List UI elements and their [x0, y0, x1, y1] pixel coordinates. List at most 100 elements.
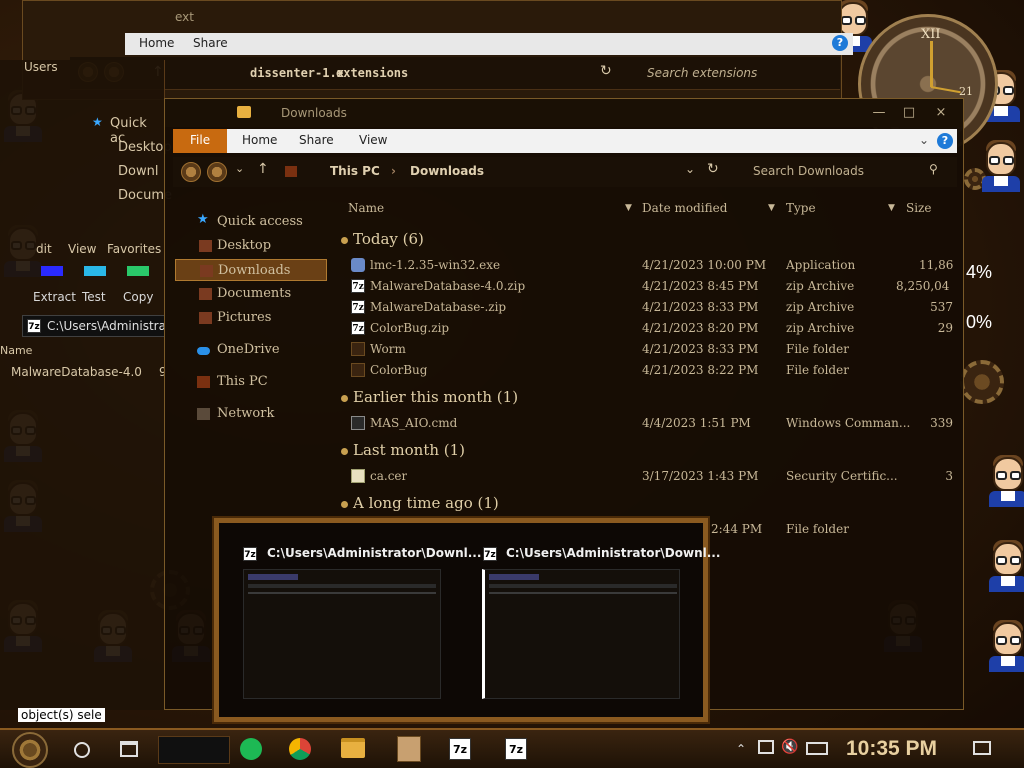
- group-header-long-time-ago[interactable]: A long time ago (1): [341, 494, 499, 512]
- sort-chevron-icon[interactable]: ▼: [888, 203, 895, 213]
- breadcrumb-this-pc[interactable]: This PC: [330, 164, 380, 178]
- sidebar-item-network[interactable]: Network: [175, 403, 327, 425]
- show-hidden-icons-icon[interactable]: ⌃: [736, 742, 746, 766]
- file-row[interactable]: ca.cer 3/17/2023 1:43 PM Security Certif…: [349, 466, 959, 487]
- test-button[interactable]: Test: [82, 266, 106, 304]
- taskbar-clock[interactable]: 10:35 PM: [846, 737, 937, 761]
- back-search-input[interactable]: Search extensions: [647, 66, 757, 80]
- group-header-today[interactable]: Today (6): [341, 230, 424, 248]
- certificate-icon: [351, 469, 365, 483]
- sidebar-item-documents[interactable]: Documents: [175, 283, 327, 305]
- group-header-last-month[interactable]: Last month (1): [340, 441, 465, 459]
- zip-menu-favorites[interactable]: Favorites: [107, 242, 161, 256]
- file-size: 339: [930, 416, 953, 430]
- tab-view[interactable]: View: [359, 133, 387, 147]
- back-window-tab-label: ext: [175, 10, 194, 24]
- file-row[interactable]: lmc-1.2.35-win32.exe 4/21/2023 10:00 PM …: [349, 255, 959, 276]
- 7zip-taskbar-icon[interactable]: 7z: [449, 738, 471, 760]
- keyboard-icon[interactable]: [806, 742, 828, 755]
- ribbon-expand-chevron-icon[interactable]: ⌄: [919, 133, 929, 147]
- tab-home[interactable]: Home: [242, 133, 277, 147]
- thumbnail-title[interactable]: C:\Users\Administrator\Downl...: [506, 546, 720, 560]
- group-header-earlier-this-month[interactable]: Earlier this month (1): [340, 388, 518, 406]
- file-row[interactable]: 7z ColorBug.zip 4/21/2023 8:20 PM zip Ar…: [349, 318, 959, 339]
- zip-path-field[interactable]: 7z C:\Users\Administrator\Downloads: [22, 315, 165, 337]
- pictures-icon: [199, 312, 212, 324]
- maximize-icon[interactable]: □: [901, 105, 917, 121]
- thumbnail-window-preview[interactable]: [482, 569, 680, 699]
- chrome-icon[interactable]: [289, 738, 311, 760]
- tab-file[interactable]: File: [173, 129, 227, 153]
- search-input[interactable]: Search Downloads: [753, 164, 864, 178]
- start-button[interactable]: [12, 732, 48, 768]
- extract-button[interactable]: Extract: [33, 266, 76, 304]
- volume-muted-icon[interactable]: 🔇: [781, 739, 798, 763]
- zip-archive-icon: 7z: [351, 300, 365, 314]
- address-dropdown-chevron-icon[interactable]: ⌄: [685, 162, 695, 176]
- file-explorer-icon[interactable]: [341, 738, 365, 758]
- taskbar-search-box[interactable]: [158, 736, 230, 764]
- thumbnail-title[interactable]: C:\Users\Administrator\Downl...: [267, 546, 481, 560]
- file-row[interactable]: ColorBug 4/21/2023 8:22 PM File folder: [349, 360, 959, 381]
- column-header-type[interactable]: Type: [786, 201, 816, 215]
- taskbar: 7z 7z ⌃ 🔇 10:35 PM: [0, 728, 1024, 768]
- close-icon[interactable]: ×: [933, 105, 949, 121]
- file-row[interactable]: Worm 4/21/2023 8:33 PM File folder: [349, 339, 959, 360]
- sort-chevron-icon[interactable]: ▼: [768, 203, 775, 213]
- back-tab-home[interactable]: Home: [139, 36, 174, 50]
- ribbon-tabs: File Home Share View ⌄ ?: [173, 129, 957, 153]
- column-header-size[interactable]: Size: [906, 201, 931, 215]
- tab-share[interactable]: Share: [299, 133, 334, 147]
- zip-menu-view[interactable]: View: [68, 242, 96, 256]
- 7zip-taskbar-icon[interactable]: 7z: [505, 738, 527, 760]
- column-header-date[interactable]: Date modified: [642, 201, 727, 215]
- sidebar-item-quick-access[interactable]: ★ Quick access: [175, 211, 327, 233]
- star-icon: ★: [197, 212, 209, 227]
- sidebar-item-label: This PC: [217, 374, 268, 389]
- task-view-icon[interactable]: [120, 741, 138, 757]
- sidebar-item-desktop[interactable]: Desktop: [175, 235, 327, 257]
- network-icon[interactable]: [758, 740, 774, 754]
- search-circle-icon[interactable]: [74, 742, 90, 758]
- column-header-name[interactable]: Name: [348, 201, 384, 215]
- sidebar-item-onedrive[interactable]: OneDrive: [175, 339, 327, 361]
- thumbnail-window-preview[interactable]: [243, 569, 441, 699]
- sidebar-item-pictures[interactable]: Pictures: [175, 307, 327, 329]
- zip-col-name[interactable]: Name: [0, 344, 32, 357]
- zip-nav-downloads[interactable]: Downl: [118, 164, 158, 179]
- gadget-percent: 0%: [966, 312, 993, 332]
- breadcrumb-extensions[interactable]: extensions: [336, 66, 408, 80]
- refresh-icon[interactable]: ↻: [600, 63, 612, 79]
- documents-icon: [199, 288, 212, 300]
- copy-button[interactable]: Copy: [123, 266, 153, 304]
- title-bar[interactable]: Downloads — □ ×: [165, 99, 963, 127]
- back-tab-share[interactable]: Share: [193, 36, 228, 50]
- spotify-icon[interactable]: [240, 738, 262, 760]
- zip-item-name[interactable]: MalwareDatabase-4.0: [11, 365, 142, 379]
- breadcrumb-dissenter[interactable]: dissenter-1.x: [250, 66, 344, 80]
- sidebar-item-this-pc[interactable]: This PC: [175, 371, 327, 393]
- notifications-icon[interactable]: [973, 741, 991, 755]
- folder-icon: [237, 106, 251, 118]
- 7zip-window[interactable]: Users ★ Quick ac Desktop Downl Docume di…: [0, 60, 172, 722]
- forward-button[interactable]: [207, 162, 227, 182]
- preview-path: [248, 584, 436, 588]
- zip-menu-edit[interactable]: dit: [36, 242, 52, 256]
- back-button[interactable]: [181, 162, 201, 182]
- file-row[interactable]: 7z MalwareDatabase-.zip 4/21/2023 8:33 P…: [349, 297, 959, 318]
- help-icon[interactable]: ?: [832, 35, 848, 51]
- help-icon[interactable]: ?: [937, 133, 953, 149]
- search-icon[interactable]: ⚲: [929, 162, 938, 176]
- minimize-icon[interactable]: —: [871, 105, 887, 121]
- photo-app-icon[interactable]: [397, 736, 421, 762]
- taskbar-thumbnail-preview: 7z C:\Users\Administrator\Downl... 7z C:…: [214, 518, 720, 722]
- refresh-icon[interactable]: ↻: [707, 161, 719, 177]
- recent-locations-chevron-icon[interactable]: ⌄: [235, 162, 244, 175]
- file-row[interactable]: MAS_AIO.cmd 4/4/2023 1:51 PM Windows Com…: [349, 413, 959, 434]
- file-row[interactable]: 7z MalwareDatabase-4.0.zip 4/21/2023 8:4…: [349, 276, 959, 297]
- sort-chevron-icon[interactable]: ▼: [625, 203, 632, 213]
- application-icon: [351, 258, 365, 272]
- breadcrumb-downloads[interactable]: Downloads: [410, 164, 484, 178]
- up-arrow-icon[interactable]: ↑: [257, 161, 269, 177]
- sidebar-item-downloads[interactable]: Downloads: [175, 259, 327, 281]
